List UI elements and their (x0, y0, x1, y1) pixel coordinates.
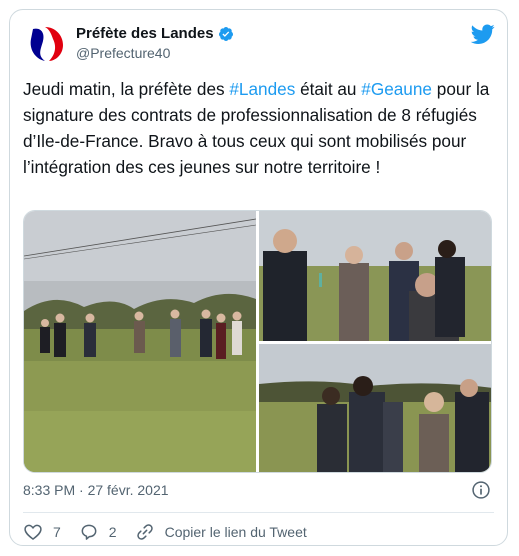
media-grid (23, 210, 492, 473)
like-count: 7 (53, 524, 61, 540)
avatar[interactable] (23, 19, 71, 67)
tweet-text-segment: était au (295, 79, 362, 99)
photo-signing-image (259, 211, 491, 341)
heart-icon (24, 524, 42, 541)
tweet-text: Jeudi matin, la préfète des #Landes étai… (23, 76, 493, 180)
twitter-bird-icon[interactable] (471, 22, 495, 46)
photo-signing[interactable] (259, 211, 491, 341)
verified-badge-icon (218, 26, 233, 41)
reply-icon (81, 524, 97, 540)
reply-count: 2 (108, 524, 117, 540)
hashtag-geaune[interactable]: #Geaune (361, 79, 432, 99)
info-icon[interactable] (471, 480, 491, 500)
tweet-text-segment: Jeudi matin, la préfète des (23, 79, 230, 99)
hashtag-landes[interactable]: #Landes (229, 79, 295, 99)
handle[interactable]: @Prefecture40 (76, 45, 170, 61)
photo-group-standing[interactable] (259, 344, 491, 472)
tweet-actions: 7 2 Copier le lien du Tweet (23, 522, 325, 542)
like-button[interactable]: 7 (23, 522, 61, 542)
copy-link-label: Copier le lien du Tweet (164, 524, 307, 540)
photo-group-standing-image (259, 344, 491, 472)
marianne-logo-icon (23, 19, 71, 67)
photo-field-group-image (24, 211, 256, 472)
reply-button[interactable]: 2 (79, 522, 117, 542)
photo-field-group[interactable] (24, 211, 256, 472)
link-icon (136, 524, 153, 540)
tweet-timestamp[interactable]: 8:33 PM · 27 févr. 2021 (23, 482, 169, 498)
display-name[interactable]: Préfète des Landes (76, 25, 214, 42)
copy-link-button[interactable]: Copier le lien du Tweet (135, 522, 307, 542)
tweet-card[interactable]: Préfète des Landes @Prefecture40 Jeudi m… (9, 9, 508, 546)
divider (23, 512, 494, 513)
